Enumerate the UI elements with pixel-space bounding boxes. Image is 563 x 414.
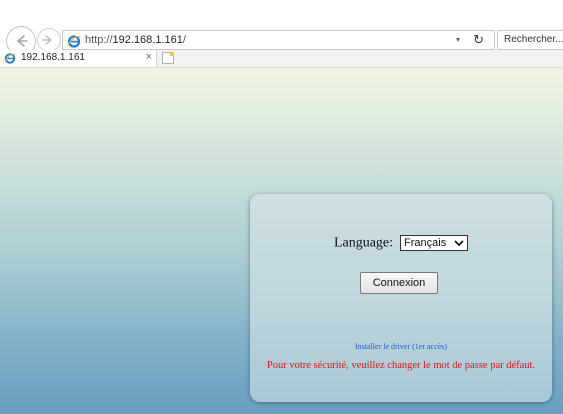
- refresh-icon[interactable]: ↻: [473, 32, 484, 48]
- url-prefix: http://: [85, 34, 113, 46]
- language-select[interactable]: Français: [400, 235, 469, 252]
- chevron-down-icon: [454, 240, 464, 247]
- security-warning: Pour votre sécurité, veuillez changer le…: [266, 360, 536, 371]
- tab-strip: 192.168.1.161 ×: [0, 50, 563, 67]
- new-tab-icon[interactable]: [162, 52, 174, 64]
- install-driver-link[interactable]: Installer le driver (1er accès): [250, 342, 552, 351]
- address-dropdown-icon[interactable]: ▾: [456, 35, 460, 44]
- url-host: 192.168.1.161: [112, 34, 183, 46]
- address-row: http://192.168.1.161/ ▾ ↻ Rechercher...: [0, 0, 563, 56]
- tab-active[interactable]: 192.168.1.161 ×: [0, 50, 157, 67]
- login-panel: Language: Français Connexion Installer l…: [250, 194, 552, 402]
- address-bar[interactable]: http://192.168.1.161/ ▾ ↻: [62, 30, 495, 50]
- forward-arrow-icon: [42, 35, 52, 45]
- forward-button[interactable]: [37, 28, 61, 52]
- tab-title: 192.168.1.161: [21, 52, 85, 63]
- url-text: http://192.168.1.161/: [85, 33, 186, 47]
- url-suffix: /: [182, 34, 186, 46]
- tab-close-icon[interactable]: ×: [146, 51, 152, 64]
- language-label: Language:: [333, 235, 394, 251]
- language-selected-value: Français: [404, 237, 447, 250]
- tab-ie-logo-icon: [4, 53, 16, 64]
- connect-button[interactable]: Connexion: [360, 272, 438, 294]
- page-background: Language: Français Connexion Installer l…: [0, 68, 563, 414]
- browser-chrome: http://192.168.1.161/ ▾ ↻ Rechercher... …: [0, 0, 563, 68]
- language-row: Language: Français: [250, 234, 552, 252]
- search-box[interactable]: Rechercher...: [497, 30, 563, 50]
- search-placeholder: Rechercher...: [504, 34, 563, 45]
- ie-logo-icon: [67, 35, 81, 48]
